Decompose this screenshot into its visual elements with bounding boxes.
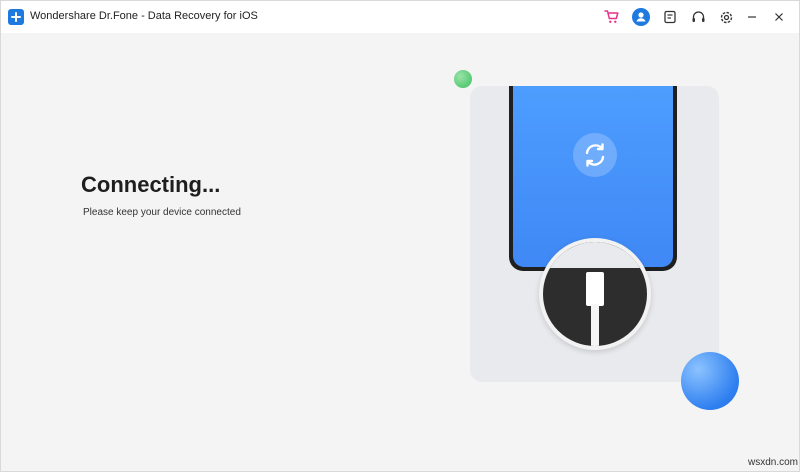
minimize-icon[interactable] [742, 7, 762, 27]
plug-circle-background [543, 242, 647, 268]
usb-cable-icon [539, 238, 651, 350]
usb-connector [586, 272, 604, 306]
app-window: Wondershare Dr.Fone - Data Recovery for … [0, 0, 800, 472]
decorative-blue-ball [681, 352, 739, 410]
support-headset-icon[interactable] [688, 7, 708, 27]
dr-fone-logo-icon [8, 9, 24, 25]
settings-gear-icon[interactable] [716, 7, 736, 27]
user-icon[interactable] [631, 7, 651, 27]
title-bar: Wondershare Dr.Fone - Data Recovery for … [1, 1, 799, 33]
usb-cable [591, 304, 599, 346]
decorative-green-dot [454, 70, 472, 88]
feedback-icon[interactable] [660, 7, 680, 27]
watermark: wsxdn.com [748, 457, 799, 468]
cart-icon[interactable] [602, 7, 622, 27]
page-title: Connecting... [81, 172, 221, 197]
app-title: Wondershare Dr.Fone - Data Recovery for … [30, 10, 258, 22]
close-icon[interactable] [769, 7, 789, 27]
sync-icon [573, 133, 617, 177]
connection-instruction: Please keep your device connected [83, 207, 241, 218]
